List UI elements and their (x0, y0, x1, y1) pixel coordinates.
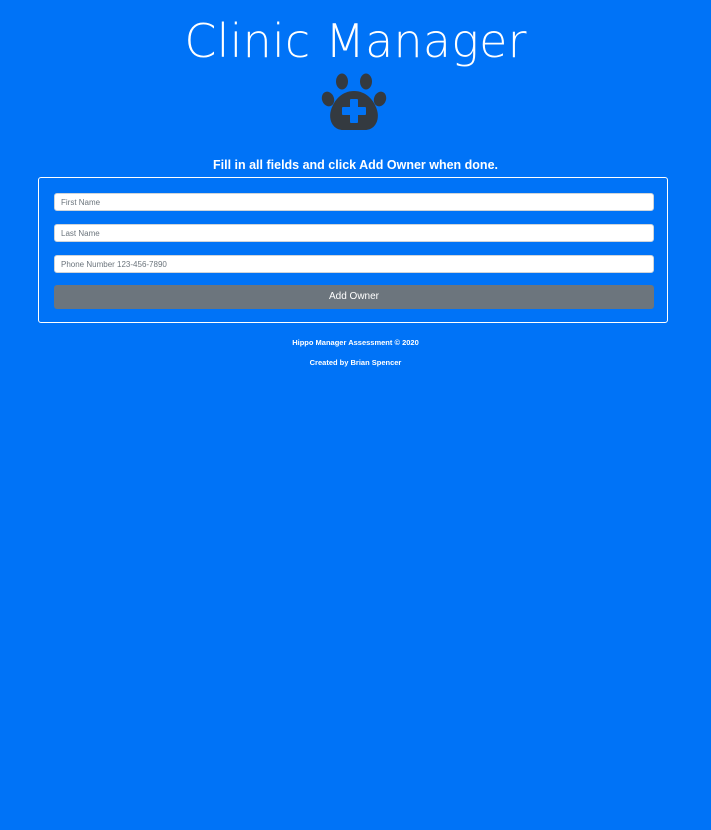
add-owner-form: Add Owner (38, 177, 668, 323)
last-name-input[interactable] (54, 224, 654, 242)
add-owner-button[interactable]: Add Owner (54, 285, 654, 309)
phone-number-input[interactable] (54, 255, 654, 273)
page: Clinic Manager Fill in all fields and cl… (0, 0, 711, 830)
page-title: Clinic Manager (184, 14, 527, 68)
first-name-input[interactable] (54, 193, 654, 211)
form-instructions: Fill in all fields and click Add Owner w… (213, 158, 498, 172)
footer-copyright: Hippo Manager Assessment © 2020 (292, 338, 419, 347)
footer-credit: Created by Brian Spencer (309, 358, 402, 367)
paw-medical-cross-icon (321, 72, 387, 132)
